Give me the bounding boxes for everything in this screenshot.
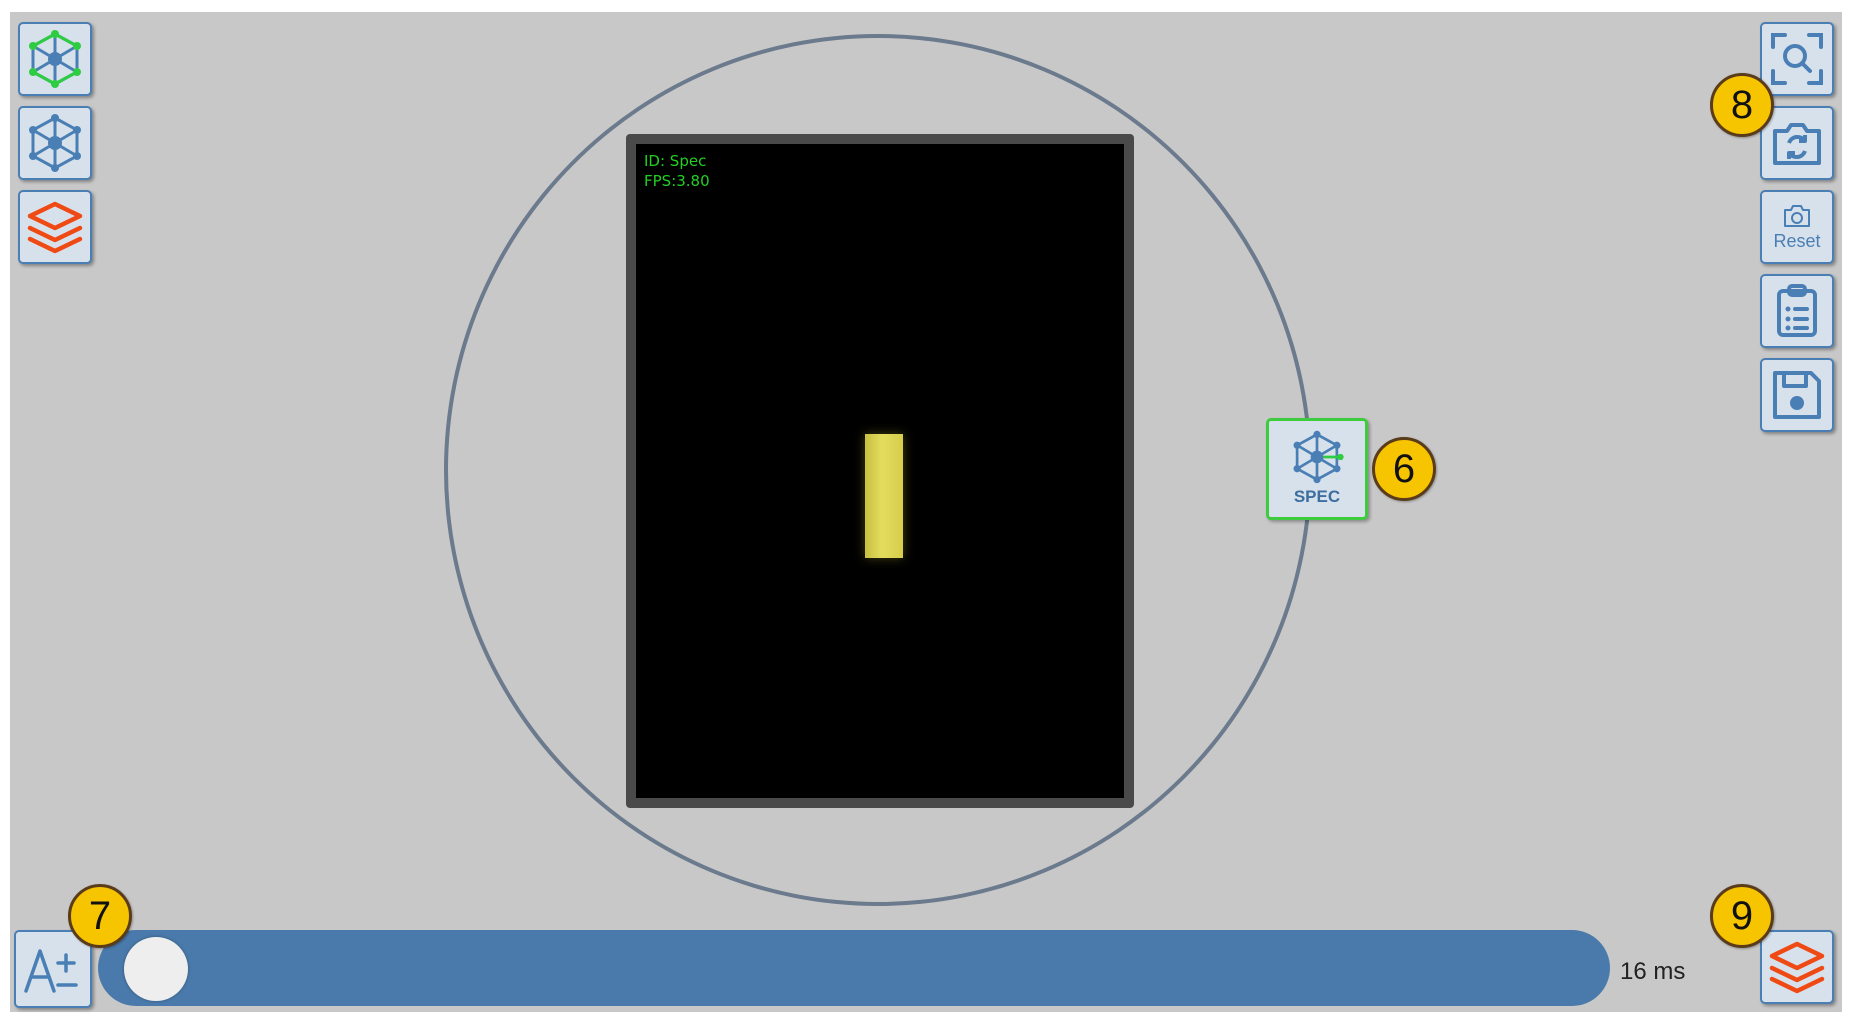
specimen-image — [865, 434, 903, 558]
layers-icon — [27, 201, 83, 254]
zoom-fit-icon — [1771, 33, 1823, 85]
exposure-value: 16 ms — [1620, 958, 1686, 985]
callout-badge-8: 8 — [1710, 73, 1774, 137]
clipboard-list-icon — [1777, 284, 1817, 337]
camera-viewport[interactable]: ID: Spec FPS:3.80 — [626, 134, 1134, 808]
font-size-icon — [24, 949, 78, 993]
callout-badge-7: 7 — [68, 884, 132, 948]
layers-button[interactable] — [18, 190, 92, 264]
camera-switch-icon — [1773, 123, 1821, 165]
exposure-slider-knob[interactable] — [124, 937, 188, 1001]
viewer-fps-label: FPS:3.80 — [644, 172, 710, 190]
spec-button[interactable]: SPEC — [1266, 418, 1368, 520]
callout-badge-9: 9 — [1710, 884, 1774, 948]
clipboard-button[interactable] — [1760, 274, 1834, 348]
camera-reset-icon — [1784, 204, 1810, 227]
callout-badge-6: 6 — [1372, 437, 1436, 501]
save-icon — [1773, 371, 1821, 419]
network-view-active-button[interactable] — [18, 22, 92, 96]
reset-label: Reset — [1773, 230, 1821, 251]
zoom-fit-button[interactable] — [1760, 22, 1834, 96]
spec-network-icon — [1293, 430, 1344, 484]
exposure-slider[interactable] — [98, 930, 1610, 1006]
network-view-button[interactable] — [18, 106, 92, 180]
network-icon — [29, 114, 81, 172]
layers-bottom-button[interactable] — [1760, 930, 1834, 1004]
camera-reset-button[interactable]: Reset — [1760, 190, 1834, 264]
save-button[interactable] — [1760, 358, 1834, 432]
viewer-id-label: ID: Spec — [644, 152, 707, 170]
layers-icon — [1769, 941, 1825, 994]
network-active-icon — [29, 30, 81, 88]
spec-label: SPEC — [1293, 487, 1341, 506]
